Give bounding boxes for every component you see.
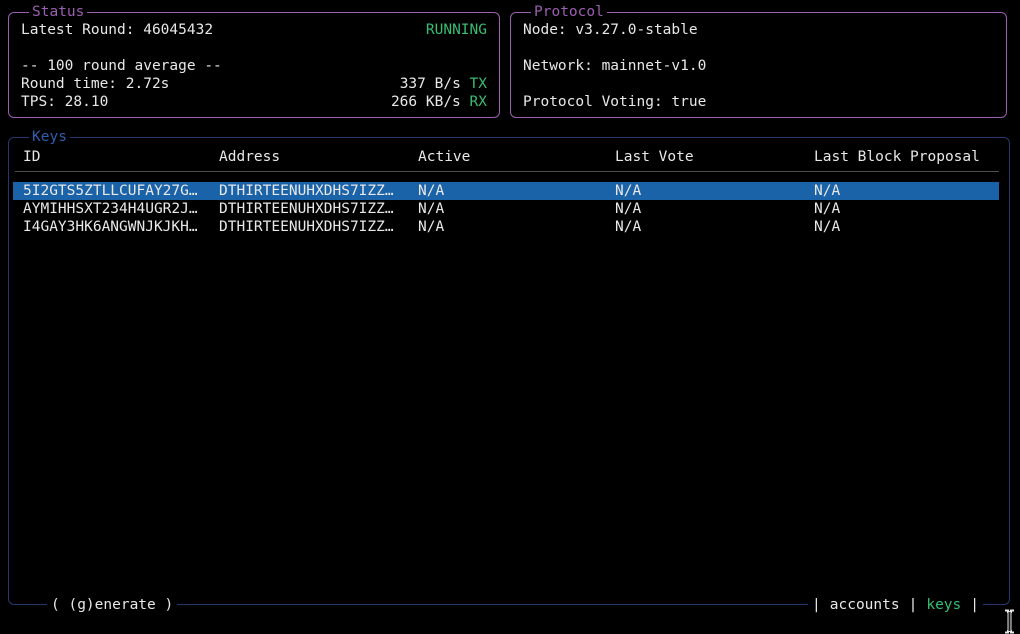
status-line-blank [21,39,487,57]
status-panel: Status Latest Round: 46045432 RUNNING --… [8,12,500,118]
network-name: Network: mainnet-v1.0 [523,57,706,75]
rx-rate: 266 KB/s RX [391,93,487,111]
protocol-line-voting: Protocol Voting: true [523,93,994,111]
cell-id: AYMIHHSXT234H4UGR2J… [23,200,198,218]
tab-keys[interactable]: keys [926,596,961,614]
status-line-latest-round: Latest Round: 46045432 RUNNING [21,21,487,39]
table-row[interactable]: 5I2GTS5ZTLLCUFAY27G… DTHIRTEENUHXDHS7IZZ… [9,182,1009,200]
cell-address: DTHIRTEENUHXDHS7IZZ… [219,182,394,200]
cell-active: N/A [418,218,444,236]
keys-panel-title: Keys [29,128,70,146]
cell-id: 5I2GTS5ZTLLCUFAY27G… [23,182,198,200]
protocol-panel: Protocol Node: v3.27.0-stable Network: m… [510,12,1007,118]
protocol-panel-title: Protocol [531,3,607,21]
tab-separator: | [909,596,918,614]
cell-last-vote: N/A [615,218,641,236]
tx-label: TX [470,76,487,92]
column-header-id: ID [23,148,40,166]
protocol-line-network: Network: mainnet-v1.0 [523,57,994,75]
table-row[interactable]: I4GAY3HK6ANGWNJKJKH… DTHIRTEENUHXDHS7IZZ… [9,218,1009,236]
average-header-text: -- 100 round average -- [21,57,222,75]
cell-last-block-proposal: N/A [814,218,840,236]
cell-active: N/A [418,182,444,200]
cell-active: N/A [418,200,444,218]
cell-last-vote: N/A [615,200,641,218]
column-header-last-vote: Last Vote [615,148,694,166]
node-state-badge: RUNNING [426,21,487,39]
status-panel-title: Status [29,3,87,21]
cell-last-vote: N/A [615,182,641,200]
keys-panel: Keys ID Address Active Last Vote Last Bl… [8,137,1010,605]
status-panel-body: Latest Round: 46045432 RUNNING -- 100 ro… [9,13,499,111]
status-line-average-header: -- 100 round average -- [21,57,487,75]
protocol-panel-body: Node: v3.27.0-stable Network: mainnet-v1… [511,13,1006,111]
keys-table-header: ID Address Active Last Vote Last Block P… [9,148,1009,166]
protocol-line-blank-1 [523,39,994,57]
column-header-last-block-proposal: Last Block Proposal [814,148,980,166]
cell-address: DTHIRTEENUHXDHS7IZZ… [219,218,394,236]
table-row[interactable]: AYMIHHSXT234H4UGR2J… DTHIRTEENUHXDHS7IZZ… [9,200,1009,218]
keys-table-rows: 5I2GTS5ZTLLCUFAY27G… DTHIRTEENUHXDHS7IZZ… [9,182,1009,236]
tab-accounts[interactable]: accounts [830,596,900,614]
header-separator-line [15,171,999,172]
protocol-voting-value: Protocol Voting: true [523,93,706,111]
latest-round-value: Latest Round: 46045432 [21,21,213,39]
status-line-round-time: Round time: 2.72s 337 B/s TX [21,75,487,93]
tx-rate: 337 B/s TX [400,75,487,93]
node-version: Node: v3.27.0-stable [523,21,698,39]
rx-rate-value: 266 KB/s [391,94,470,110]
protocol-line-node: Node: v3.27.0-stable [523,21,994,39]
protocol-line-blank-2 [523,75,994,93]
generate-button[interactable]: ( (g)enerate ) [47,596,177,614]
status-line-tps: TPS: 28.10 266 KB/s RX [21,93,487,111]
bottom-tabs: | accounts | keys | [808,596,983,614]
cell-last-block-proposal: N/A [814,182,840,200]
tps-value: TPS: 28.10 [21,93,108,111]
cell-last-block-proposal: N/A [814,200,840,218]
cell-id: I4GAY3HK6ANGWNJKJKH… [23,218,198,236]
column-header-address: Address [219,148,280,166]
ibeam-cursor-icon [1002,609,1017,634]
column-header-active: Active [418,148,470,166]
cell-address: DTHIRTEENUHXDHS7IZZ… [219,200,394,218]
tab-separator: | [970,596,979,614]
round-time-value: Round time: 2.72s [21,75,169,93]
tab-separator: | [812,596,821,614]
terminal-screen: Status Latest Round: 46045432 RUNNING --… [0,0,1020,634]
tx-rate-value: 337 B/s [400,76,470,92]
rx-label: RX [470,94,487,110]
